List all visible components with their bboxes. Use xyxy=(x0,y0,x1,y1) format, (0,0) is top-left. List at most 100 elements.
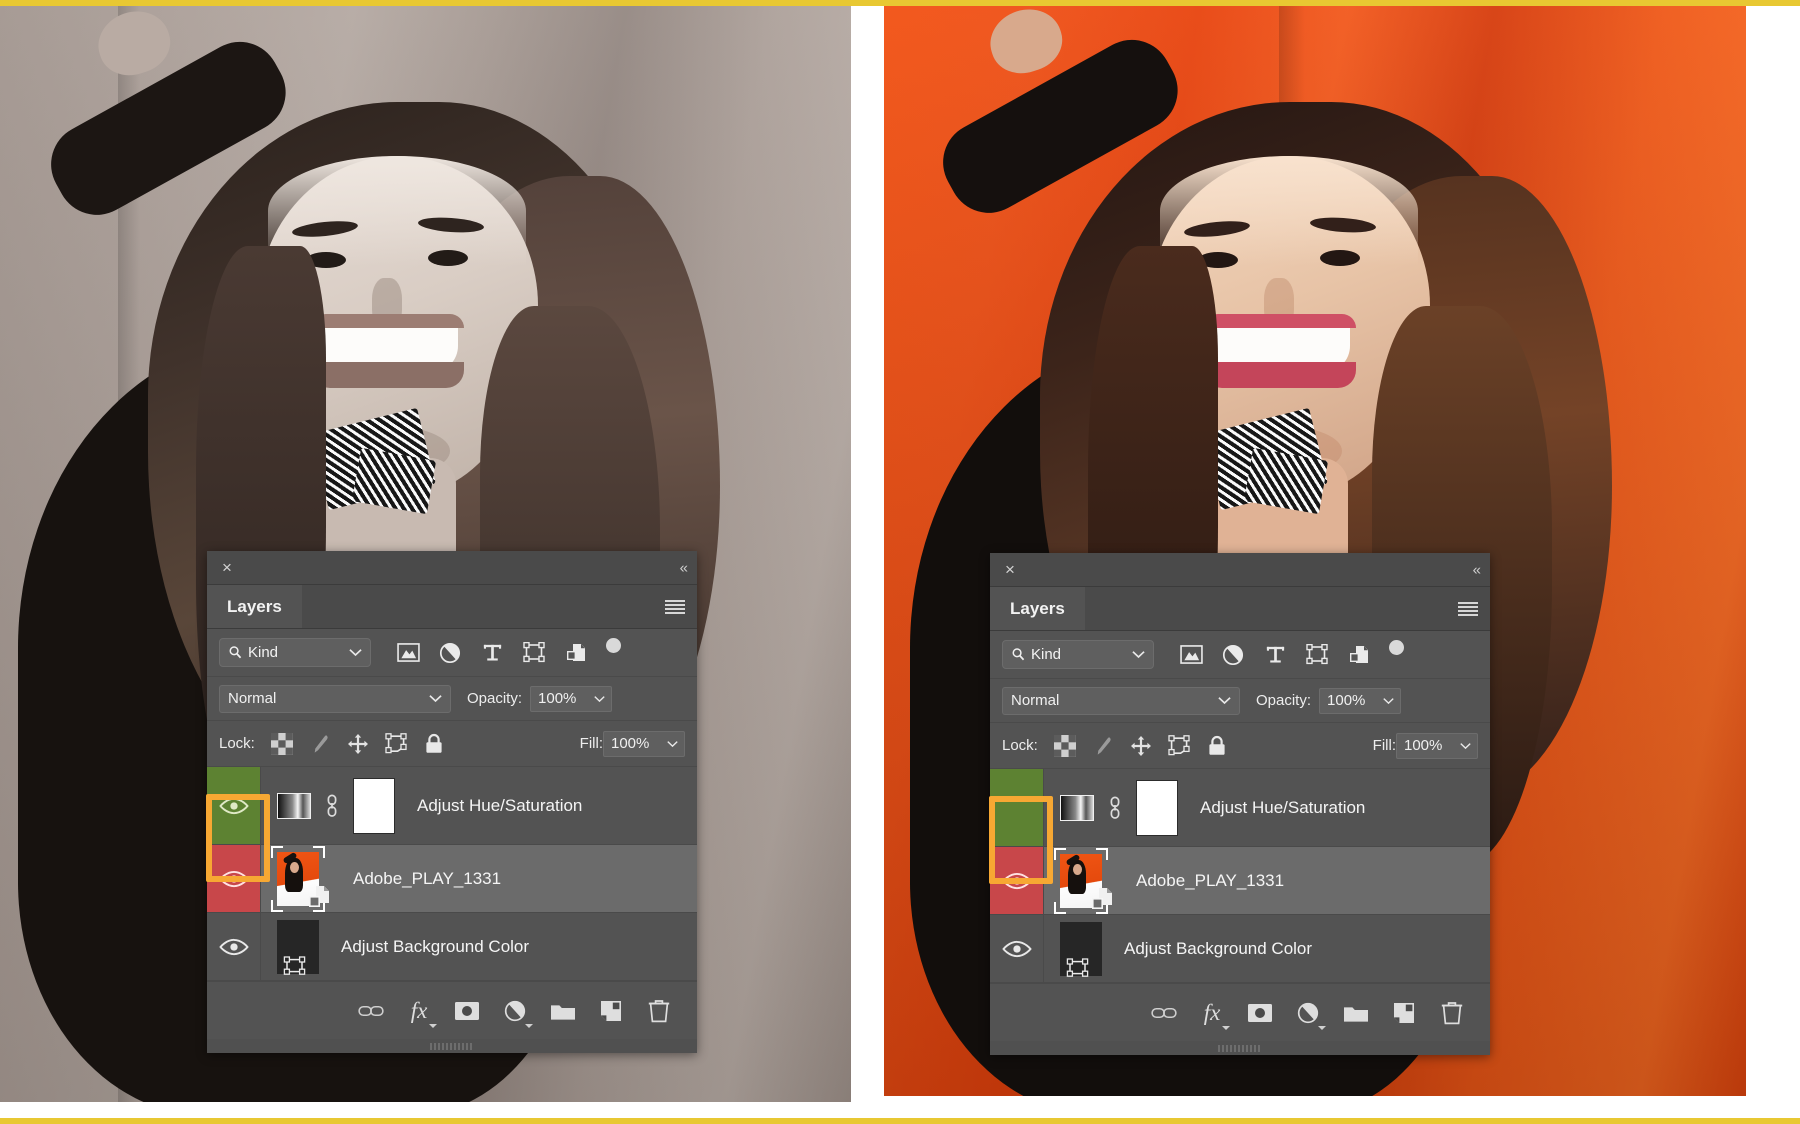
layer-visibility-toggle[interactable] xyxy=(990,847,1044,914)
filter-smart-objects-icon[interactable] xyxy=(1338,638,1380,672)
opacity-control[interactable]: 100% xyxy=(530,686,612,712)
delete-layer-icon[interactable] xyxy=(1430,993,1474,1033)
table-row[interactable]: Adobe_PLAY_1331 xyxy=(207,845,697,913)
panel-resize-grip[interactable] xyxy=(207,1039,697,1053)
layer-thumbnails xyxy=(1044,769,1186,846)
lock-transparent-pixels-icon[interactable] xyxy=(1046,730,1084,762)
filter-smart-objects-icon[interactable] xyxy=(555,636,597,670)
filter-adjustment-layers-icon[interactable] xyxy=(429,636,471,670)
close-icon[interactable]: × xyxy=(1000,560,1020,580)
tab-layers[interactable]: Layers xyxy=(207,585,302,628)
lock-position-icon[interactable] xyxy=(1122,730,1160,762)
layers-panel-left[interactable]: × « Layers Kind xyxy=(207,551,697,1053)
fill-control[interactable]: 100% xyxy=(1396,733,1478,759)
filter-type-layers-icon[interactable] xyxy=(1254,638,1296,672)
fill-control[interactable]: 100% xyxy=(603,731,685,757)
search-icon xyxy=(228,645,243,660)
fill-input[interactable]: 100% xyxy=(603,731,661,757)
layer-style-fx-icon[interactable]: fx xyxy=(397,991,441,1031)
hue-saturation-gradient-thumbnail[interactable] xyxy=(277,793,311,819)
blend-mode-select[interactable]: Normal xyxy=(219,685,451,713)
layer-visibility-toggle[interactable] xyxy=(990,915,1044,982)
layer-name: Adjust Hue/Saturation xyxy=(403,767,697,844)
lock-artboard-nesting-icon[interactable] xyxy=(1160,730,1198,762)
fill-stepper-icon[interactable] xyxy=(661,731,685,757)
table-row[interactable]: Adjust Background Color xyxy=(990,915,1490,983)
opacity-input[interactable]: 100% xyxy=(530,686,588,712)
opacity-input[interactable]: 100% xyxy=(1319,688,1377,714)
filter-kind-select[interactable]: Kind xyxy=(219,638,371,667)
filter-enable-toggle[interactable] xyxy=(605,638,621,668)
layer-visibility-toggle[interactable] xyxy=(207,767,261,844)
lock-row: Lock: Fill: 100% xyxy=(990,723,1490,769)
filter-pixel-layers-icon[interactable] xyxy=(387,636,429,670)
fill-stepper-icon[interactable] xyxy=(1454,733,1478,759)
new-layer-icon[interactable] xyxy=(1382,993,1426,1033)
add-layer-mask-icon[interactable] xyxy=(445,991,489,1031)
filter-pixel-layers-icon[interactable] xyxy=(1170,638,1212,672)
table-row[interactable]: Adjust Hue/Saturation xyxy=(990,769,1490,847)
hamburger-menu-icon[interactable] xyxy=(1458,602,1478,616)
lock-image-pixels-icon[interactable] xyxy=(301,728,339,760)
blend-mode-select[interactable]: Normal xyxy=(1002,687,1240,715)
lock-all-icon[interactable] xyxy=(415,728,453,760)
chevron-down-icon xyxy=(1132,650,1145,659)
lock-label: Lock: xyxy=(1002,737,1038,754)
layer-thumbnails xyxy=(1044,915,1110,982)
fill-input[interactable]: 100% xyxy=(1396,733,1454,759)
tab-layers-label: Layers xyxy=(1010,599,1065,619)
blend-mode-row: Normal Opacity: 100% xyxy=(207,677,697,721)
collapse-panel-icon[interactable]: « xyxy=(680,559,687,576)
filter-type-layers-icon[interactable] xyxy=(471,636,513,670)
panel-tab-row: Layers xyxy=(990,587,1490,631)
screenshot-root: × « Layers Kind xyxy=(0,0,1800,1124)
close-icon[interactable]: × xyxy=(217,558,237,578)
link-layers-icon[interactable] xyxy=(1142,993,1186,1033)
lock-row: Lock: Fill: 100% xyxy=(207,721,697,767)
new-adjustment-layer-icon[interactable] xyxy=(1286,993,1330,1033)
layer-mask-white-thumbnail[interactable] xyxy=(1136,780,1178,836)
new-layer-icon[interactable] xyxy=(589,991,633,1031)
opacity-stepper-icon[interactable] xyxy=(588,686,612,712)
link-layers-icon[interactable] xyxy=(349,991,393,1031)
lock-position-icon[interactable] xyxy=(339,728,377,760)
hamburger-menu-icon[interactable] xyxy=(665,600,685,614)
lock-all-icon[interactable] xyxy=(1198,730,1236,762)
table-row[interactable]: Adjust Background Color xyxy=(207,913,697,981)
new-group-icon[interactable] xyxy=(541,991,585,1031)
opacity-stepper-icon[interactable] xyxy=(1377,688,1401,714)
layer-mask-link-icon[interactable] xyxy=(323,794,341,818)
new-group-icon[interactable] xyxy=(1334,993,1378,1033)
panel-resize-grip[interactable] xyxy=(990,1041,1490,1055)
filter-enable-toggle[interactable] xyxy=(1388,640,1404,670)
delete-layer-icon[interactable] xyxy=(637,991,681,1031)
lock-image-pixels-icon[interactable] xyxy=(1084,730,1122,762)
filter-kind-select[interactable]: Kind xyxy=(1002,640,1154,669)
lock-transparent-pixels-icon[interactable] xyxy=(263,728,301,760)
hue-saturation-gradient-thumbnail[interactable] xyxy=(1060,795,1094,821)
layers-panel-right[interactable]: × « Layers Kind xyxy=(990,553,1490,1055)
table-row[interactable]: Adjust Hue/Saturation xyxy=(207,767,697,845)
layer-visibility-toggle[interactable] xyxy=(207,845,261,912)
layer-mask-white-thumbnail[interactable] xyxy=(353,778,395,834)
eye-icon xyxy=(1002,939,1032,959)
layer-name: Adjust Background Color xyxy=(1110,915,1490,982)
tab-layers[interactable]: Layers xyxy=(990,587,1085,630)
layer-visibility-toggle[interactable] xyxy=(990,769,1044,846)
layer-mask-link-icon[interactable] xyxy=(1106,796,1124,820)
fx-label: fx xyxy=(411,998,428,1024)
layer-style-fx-icon[interactable]: fx xyxy=(1190,993,1234,1033)
collapse-panel-icon[interactable]: « xyxy=(1473,561,1480,578)
search-icon xyxy=(1011,647,1026,662)
chevron-down-icon xyxy=(525,1024,533,1028)
layer-visibility-toggle[interactable] xyxy=(207,913,261,980)
table-row[interactable]: Adobe_PLAY_1331 xyxy=(990,847,1490,915)
new-adjustment-layer-icon[interactable] xyxy=(493,991,537,1031)
chevron-down-icon xyxy=(349,648,362,657)
add-layer-mask-icon[interactable] xyxy=(1238,993,1282,1033)
filter-shape-layers-icon[interactable] xyxy=(1296,638,1338,672)
filter-adjustment-layers-icon[interactable] xyxy=(1212,638,1254,672)
filter-shape-layers-icon[interactable] xyxy=(513,636,555,670)
lock-artboard-nesting-icon[interactable] xyxy=(377,728,415,760)
opacity-control[interactable]: 100% xyxy=(1319,688,1401,714)
